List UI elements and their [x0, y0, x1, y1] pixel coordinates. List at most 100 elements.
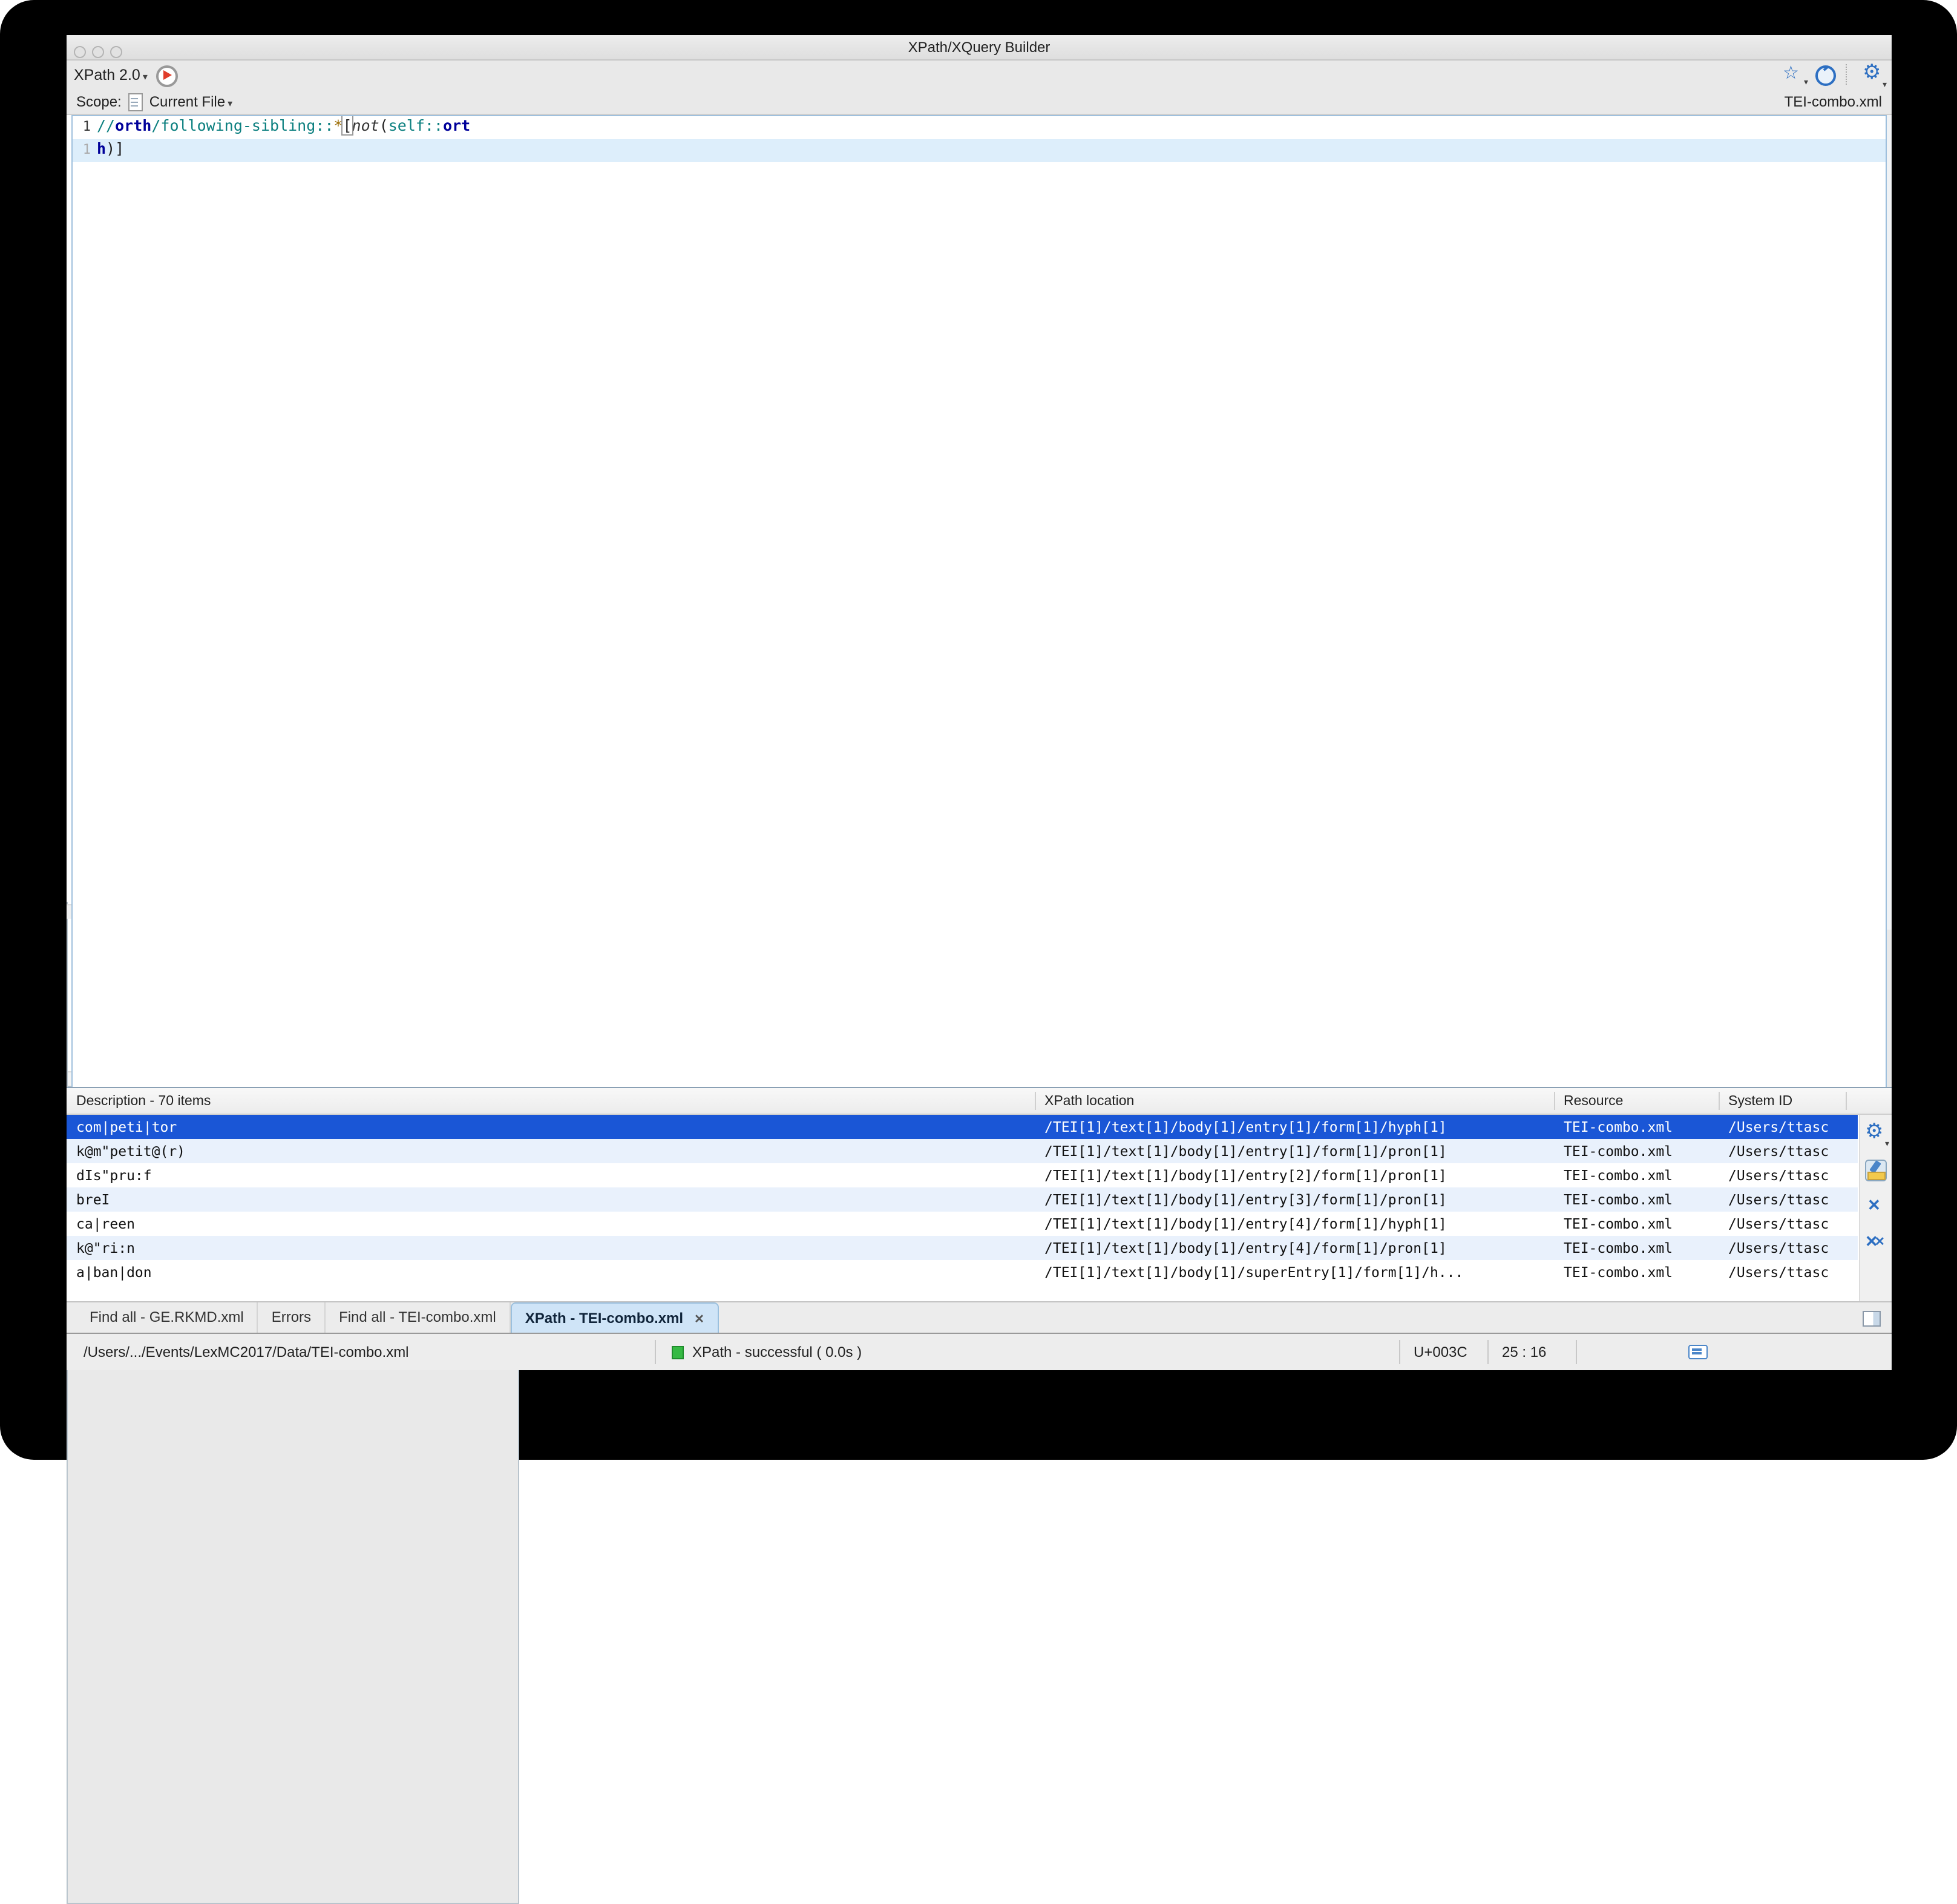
success-status-icon [672, 1346, 684, 1359]
result-resource: TEI-combo.xml [1564, 1187, 1719, 1212]
result-xpath-location: /TEI[1]/text[1]/body[1]/entry[3]/form[1]… [1044, 1187, 1553, 1212]
bottom-tab-xpath-tei-combo-xml[interactable]: XPath - TEI-combo.xml ✕ [511, 1302, 719, 1333]
result-xpath-location: /TEI[1]/text[1]/body[1]/entry[4]/form[1]… [1044, 1236, 1553, 1260]
scope-select[interactable]: Current File▾ [149, 93, 232, 110]
results-panel: Description - 70 items XPath location Re… [67, 1087, 1892, 1301]
result-description: ca|reen [76, 1212, 1032, 1236]
result-system-id: /Users/ttasc [1728, 1187, 1849, 1212]
result-description: dIs"pru:f [76, 1163, 1032, 1187]
result-resource: TEI-combo.xml [1564, 1115, 1719, 1139]
result-resource: TEI-combo.xml [1564, 1236, 1719, 1260]
document-icon [128, 92, 143, 110]
bottom-tab-find-all-tei-combo-xml[interactable]: Find all - TEI-combo.xml [326, 1302, 511, 1333]
result-system-id: /Users/ttasc [1728, 1260, 1849, 1284]
result-row[interactable]: k@"ri:n/TEI[1]/text[1]/body[1]/entry[4]/… [67, 1236, 1858, 1260]
messages-icon[interactable] [1687, 1342, 1709, 1364]
result-xpath-location: /TEI[1]/text[1]/body[1]/entry[1]/form[1]… [1044, 1139, 1553, 1163]
column-header-xpath-location[interactable]: XPath location [1044, 1088, 1553, 1115]
column-header-resource[interactable]: Resource [1564, 1088, 1719, 1115]
result-xpath-location: /TEI[1]/text[1]/body[1]/entry[4]/form[1]… [1044, 1212, 1553, 1236]
result-resource: TEI-combo.xml [1564, 1163, 1719, 1187]
bottom-tab-errors[interactable]: Errors [258, 1302, 326, 1333]
bottom-tab-label: Find all - TEI-combo.xml [339, 1308, 496, 1325]
result-description: breI [76, 1187, 1032, 1212]
status-unicode-codepoint: U+003C [1414, 1334, 1467, 1371]
query-token: ( [379, 116, 388, 134]
query-token: self:: [388, 116, 443, 134]
bottom-tab-label: XPath - TEI-combo.xml [525, 1310, 683, 1327]
chevron-down-icon: ▾ [143, 71, 148, 82]
panel-layout-icon[interactable] [1860, 1307, 1882, 1329]
xpath-engine-select[interactable]: XPath 2.0▾ [74, 66, 148, 83]
bottom-tab-bar: Find all - GE.RKMD.xml Errors Find all - T… [67, 1301, 1892, 1333]
result-row[interactable]: k@m"petit@(r)/TEI[1]/text[1]/body[1]/ent… [67, 1139, 1858, 1163]
close-icon[interactable]: ✕ [694, 1313, 704, 1327]
result-system-id: /Users/ttasc [1728, 1139, 1849, 1163]
results-rows: com|peti|tor/TEI[1]/text[1]/body[1]/entr… [67, 1115, 1858, 1301]
remove-result-icon[interactable] [1865, 1196, 1887, 1218]
result-xpath-location: /TEI[1]/text[1]/body[1]/entry[2]/form[1]… [1044, 1163, 1553, 1187]
query-token: / [151, 116, 160, 134]
result-row[interactable]: dIs"pru:f/TEI[1]/text[1]/body[1]/entry[2… [67, 1163, 1858, 1187]
result-system-id: /Users/ttasc [1728, 1212, 1849, 1236]
screen-canvas: TEI-combo.xml [/Users/ttasovac/Developme… [0, 0, 1957, 1460]
execute-xpath-button[interactable] [155, 64, 177, 85]
query-token: following-sibling:: [160, 116, 333, 134]
status-bar: /Users/.../Events/LexMC2017/Data/TEI-com… [67, 1333, 1892, 1370]
result-description: k@"ri:n [76, 1236, 1032, 1260]
results-toolbar [1859, 1115, 1892, 1301]
favorites-star-icon[interactable] [1783, 64, 1805, 85]
query-token: )] [106, 139, 124, 157]
remove-all-results-icon[interactable] [1865, 1232, 1887, 1254]
scope-file-label: TEI-combo.xml [1785, 93, 1882, 110]
query-token: h [97, 139, 106, 157]
column-divider[interactable] [1846, 1092, 1847, 1110]
result-row[interactable]: a|ban|don/TEI[1]/text[1]/body[1]/superEn… [67, 1260, 1858, 1284]
column-header-system-id[interactable]: System ID [1728, 1088, 1849, 1115]
status-file-path: /Users/.../Events/LexMC2017/Data/TEI-com… [84, 1334, 409, 1371]
status-message: XPath - successful ( 0.0s ) [692, 1334, 862, 1371]
results-settings-gear-icon[interactable] [1865, 1123, 1887, 1145]
query-wrap-line-number: 1 [73, 142, 91, 157]
result-row[interactable]: ca|reen/TEI[1]/text[1]/body[1]/entry[4]/… [67, 1212, 1858, 1236]
toolbar-separator [1846, 64, 1853, 85]
bottom-tab-label: Errors [272, 1308, 311, 1325]
column-header-description[interactable]: Description - 70 items [76, 1088, 1032, 1115]
result-row[interactable]: breI/TEI[1]/text[1]/body[1]/entry[3]/for… [67, 1187, 1858, 1212]
scope-label: Scope: [76, 93, 122, 110]
result-row[interactable]: com|peti|tor/TEI[1]/text[1]/body[1]/entr… [67, 1115, 1858, 1139]
status-divider [1487, 1340, 1489, 1364]
result-resource: TEI-combo.xml [1564, 1260, 1719, 1284]
results-header: Description - 70 items XPath location Re… [67, 1088, 1892, 1115]
bottom-tab-find-all-ge-rkmd-xml[interactable]: Find all - GE.RKMD.xml [76, 1302, 258, 1333]
result-system-id: /Users/ttasc [1728, 1236, 1849, 1260]
column-divider[interactable] [1035, 1092, 1036, 1110]
settings-gear-icon[interactable] [1863, 64, 1884, 85]
status-caret-position: 25 : 16 [1502, 1334, 1546, 1371]
result-xpath-location: /TEI[1]/text[1]/body[1]/superEntry[1]/fo… [1044, 1260, 1553, 1284]
panel-dot-icon [74, 46, 86, 58]
result-description: a|ban|don [76, 1260, 1032, 1284]
result-system-id: /Users/ttasc [1728, 1163, 1849, 1187]
result-xpath-location: /TEI[1]/text[1]/body[1]/entry[1]/form[1]… [1044, 1115, 1553, 1139]
panel-dot-icon [110, 46, 122, 58]
xpath-builder-controls: XPath 2.0▾ [67, 61, 1892, 88]
highlight-pen-icon[interactable] [1865, 1160, 1887, 1181]
bottom-tab-label: Find all - GE.RKMD.xml [90, 1308, 244, 1325]
query-token: [ [343, 116, 352, 134]
query-token: ort [443, 116, 470, 134]
status-divider [655, 1340, 656, 1364]
xpath-scope-row: Scope: Current File▾ TEI-combo.xml [67, 88, 1892, 115]
query-token: orth [115, 116, 151, 134]
panel-dot-icon [92, 46, 104, 58]
status-divider [1576, 1340, 1577, 1364]
column-divider[interactable] [1554, 1092, 1555, 1110]
history-clock-icon[interactable] [1814, 64, 1836, 85]
query-token: * [333, 116, 343, 134]
result-description: com|peti|tor [76, 1115, 1032, 1139]
xpath-builder-title: XPath/XQuery Builder [908, 39, 1051, 56]
result-system-id: /Users/ttasc [1728, 1115, 1849, 1139]
column-divider[interactable] [1719, 1092, 1720, 1110]
xpath-builder-header[interactable]: XPath/XQuery Builder [67, 35, 1892, 61]
application-window: TEI-combo.xml [/Users/ttasovac/Developme… [67, 35, 1892, 1370]
